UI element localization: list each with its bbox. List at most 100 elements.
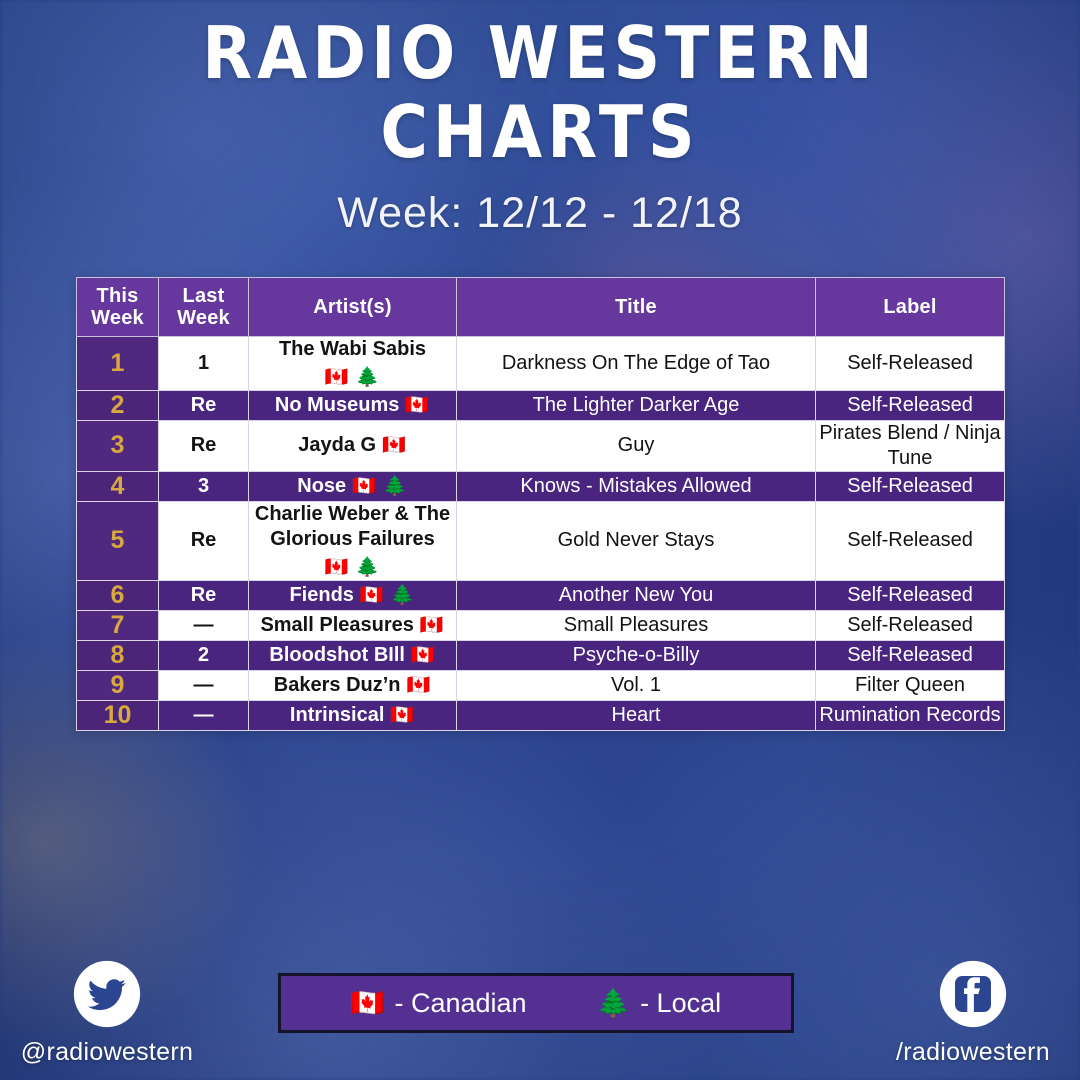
cell-title: Psyche-o-Billy bbox=[456, 639, 816, 671]
cell-label: Self-Released bbox=[815, 470, 1005, 502]
twitter-handle: @radiowestern bbox=[20, 1038, 194, 1066]
cell-title: The Lighter Darker Age bbox=[456, 389, 816, 421]
chart-poster: RADIO WESTERN CHARTS Week: 12/12 - 12/18… bbox=[0, 0, 1080, 1080]
cell-label: Self-Released bbox=[815, 500, 1005, 581]
last-week-label-line1: Last bbox=[182, 284, 225, 307]
cell-this-week: 3 bbox=[76, 419, 159, 472]
column-header-this-week: This Week bbox=[76, 277, 159, 337]
this-week-label-line2: Week bbox=[91, 307, 144, 329]
cell-artist: Charlie Weber & The Glorious Failures 🇨🇦 … bbox=[248, 500, 457, 581]
origin-flag-icons: 🇨🇦 bbox=[390, 704, 416, 726]
artist-name: No Museums bbox=[274, 393, 400, 416]
cell-artist: Fiends 🇨🇦 🌲 bbox=[248, 579, 457, 611]
artist-name: Fiends bbox=[289, 583, 354, 606]
legend-item-local: 🌲 - Local bbox=[596, 988, 721, 1019]
table-body: 1 1 The Wabi Sabis 🇨🇦 🌲 Darkness On The Edge… bbox=[76, 336, 1005, 731]
cell-last-week: Re bbox=[158, 419, 249, 472]
origin-flag-icons: 🇨🇦 bbox=[410, 644, 436, 666]
cell-label: Self-Released bbox=[815, 579, 1005, 611]
legend-label-canadian: - Canadian bbox=[394, 987, 527, 1018]
cell-this-week: 2 bbox=[76, 389, 159, 421]
table-row: 2 Re No Museums 🇨🇦 The Lighter Darker Age Sel… bbox=[76, 389, 1005, 421]
cell-title: Vol. 1 bbox=[456, 669, 816, 701]
artist-name: Nose bbox=[297, 474, 347, 497]
cell-this-week: 1 bbox=[76, 336, 159, 391]
origin-flag-icons: 🇨🇦 🌲 bbox=[352, 475, 408, 497]
poster-header: RADIO WESTERN CHARTS Week: 12/12 - 12/18 bbox=[0, 11, 1080, 238]
cell-title: Small Pleasures bbox=[456, 609, 816, 641]
cell-this-week: 6 bbox=[76, 579, 159, 611]
cell-last-week: — bbox=[158, 609, 249, 641]
cell-title: Darkness On The Edge of Tao bbox=[456, 336, 816, 391]
cell-artist: Bloodshot BIll 🇨🇦 bbox=[248, 639, 457, 671]
column-header-artist: Artist(s) bbox=[248, 277, 457, 337]
cell-title: Heart bbox=[456, 699, 816, 731]
cell-artist: Small Pleasures 🇨🇦 bbox=[248, 609, 457, 641]
origin-flag-icons: 🇨🇦 bbox=[382, 435, 407, 457]
twitter-social-block[interactable]: @radiowestern bbox=[0, 958, 222, 1067]
cell-this-week: 4 bbox=[76, 470, 159, 502]
table-row: 6 Re Fiends 🇨🇦 🌲 Another New You Self-Release… bbox=[76, 579, 1005, 611]
origin-flag-icons: 🇨🇦 bbox=[405, 394, 431, 416]
cell-title: Guy bbox=[456, 419, 816, 472]
table-row: 3 Re Jayda G 🇨🇦 Guy Pirates Blend / Ninja Tun… bbox=[76, 419, 1005, 472]
column-header-title: Title bbox=[456, 277, 816, 337]
table-row: 5 Re Charlie Weber & The Glorious Failures… bbox=[76, 500, 1005, 581]
table-row: 8 2 Bloodshot BIll 🇨🇦 Psyche-o-Billy Self-Rel… bbox=[76, 639, 1005, 671]
evergreen-tree-icon: 🌲 bbox=[596, 987, 631, 1018]
artist-name: Bloodshot BIll bbox=[269, 643, 405, 666]
legend-item-canadian: 🇨🇦 - Canadian bbox=[351, 988, 527, 1019]
artist-name: Small Pleasures bbox=[260, 613, 414, 636]
column-header-last-week: Last Week bbox=[158, 277, 249, 337]
cell-label: Self-Released bbox=[815, 639, 1005, 671]
artist-name: Jayda G bbox=[298, 434, 377, 457]
table-header-row: This Week Last Week Artist(s) Title Labe… bbox=[76, 277, 1005, 337]
cell-last-week: Re bbox=[158, 579, 249, 611]
cell-this-week: 5 bbox=[76, 500, 159, 581]
cell-this-week: 10 bbox=[76, 699, 159, 731]
cell-last-week: 1 bbox=[158, 336, 249, 391]
cell-artist: The Wabi Sabis 🇨🇦 🌲 bbox=[248, 336, 457, 391]
artist-name: The Wabi Sabis bbox=[278, 338, 427, 360]
cell-artist: Bakers Duz’n 🇨🇦 bbox=[248, 669, 457, 701]
table-row: 4 3 Nose 🇨🇦 🌲 Knows - Mistakes Allowed Self-R… bbox=[76, 470, 1005, 502]
table-row: 10— Intrinsical 🇨🇦 Heart Rumination Records bbox=[76, 699, 1005, 731]
cell-last-week: — bbox=[158, 699, 249, 731]
cell-label: Filter Queen bbox=[815, 669, 1005, 701]
page-title-line-2: CHARTS bbox=[380, 89, 700, 174]
cell-this-week: 9 bbox=[76, 669, 159, 701]
origin-flag-icons: 🇨🇦 🌲 bbox=[324, 556, 381, 578]
cell-this-week: 7 bbox=[76, 609, 159, 641]
twitter-icon[interactable] bbox=[71, 958, 143, 1030]
origin-flag-icons: 🇨🇦 🌲 bbox=[359, 584, 416, 606]
cell-last-week: Re bbox=[158, 389, 249, 421]
cell-artist: Intrinsical 🇨🇦 bbox=[248, 699, 457, 731]
cell-artist: Nose 🇨🇦 🌲 bbox=[248, 470, 457, 502]
canadian-flag-icon: 🇨🇦 bbox=[350, 987, 385, 1018]
artist-name: Bakers Duz’n bbox=[273, 673, 401, 696]
cell-label: Self-Released bbox=[815, 609, 1005, 641]
legend-box: 🇨🇦 - Canadian 🌲 - Local bbox=[278, 973, 794, 1033]
cell-title: Knows - Mistakes Allowed bbox=[456, 470, 816, 502]
cell-artist: No Museums 🇨🇦 bbox=[248, 389, 457, 421]
page-title-line-1: RADIO WESTERN bbox=[202, 11, 878, 95]
week-range-subtitle: Week: 12/12 - 12/18 bbox=[337, 189, 743, 238]
last-week-label-line2: Week bbox=[177, 307, 230, 329]
column-header-label: Label bbox=[815, 277, 1005, 337]
facebook-handle: /radiowestern bbox=[896, 1038, 1050, 1066]
table-row: 9— Bakers Duz’n 🇨🇦 Vol. 1 Filter Queen bbox=[76, 669, 1005, 701]
artist-name: Intrinsical bbox=[289, 703, 385, 726]
cell-label: Self-Released bbox=[815, 389, 1005, 421]
facebook-icon[interactable] bbox=[937, 958, 1009, 1030]
facebook-social-block[interactable]: /radiowestern bbox=[858, 958, 1080, 1067]
origin-flag-icons: 🇨🇦 bbox=[406, 674, 432, 696]
this-week-label-line1: This bbox=[96, 284, 139, 307]
charts-table: This Week Last Week Artist(s) Title Labe… bbox=[76, 277, 1005, 731]
legend-label-local: - Local bbox=[640, 987, 722, 1018]
cell-label: Rumination Records bbox=[815, 699, 1005, 731]
artist-name: Charlie Weber & The Glorious Failures bbox=[254, 502, 451, 550]
cell-last-week: 3 bbox=[158, 470, 249, 502]
cell-this-week: 8 bbox=[76, 639, 159, 671]
cell-last-week: 2 bbox=[158, 639, 249, 671]
cell-last-week: Re bbox=[158, 500, 249, 581]
